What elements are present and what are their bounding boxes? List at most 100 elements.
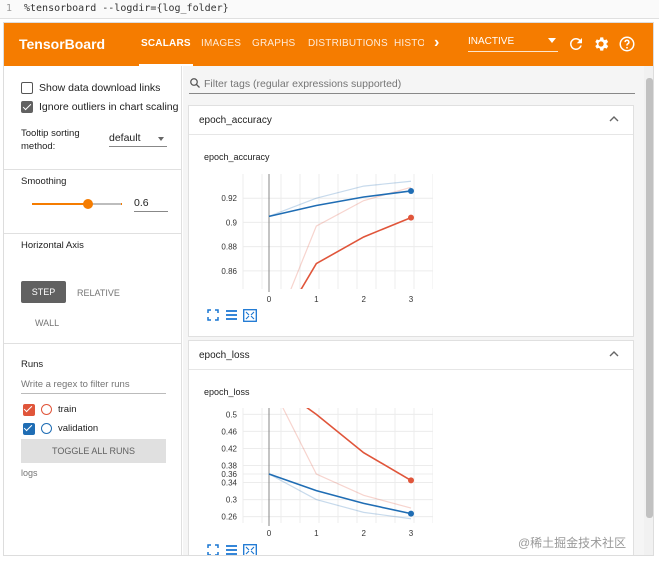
run-train-checkbox[interactable] (23, 404, 35, 416)
tab-distributions[interactable]: DISTRIBUTIONS (308, 38, 388, 49)
x-tick-label: 2 (361, 529, 366, 538)
settings-section: Show data download links Ignore outliers… (4, 66, 181, 170)
chevron-down-icon (158, 137, 164, 141)
chart-title: epoch_accuracy (204, 152, 270, 162)
series-point-train (408, 214, 414, 221)
checkbox-checked[interactable] (21, 101, 33, 113)
tooltip-sorting-label: Tooltip sorting method: (21, 128, 80, 152)
x-tick-label: 1 (314, 295, 319, 304)
code-line[interactable]: %tensorboard --logdir={log_folder} (24, 3, 229, 14)
accuracy-chart[interactable]: 0.86 0.88 0.9 0.92 0 1 2 3 (203, 170, 433, 310)
card-header[interactable]: epoch_accuracy (189, 106, 633, 135)
scrollbar[interactable] (644, 66, 653, 555)
ignore-outliers-toggle[interactable]: Ignore outliers in chart scaling (21, 101, 181, 115)
x-tick-label: 1 (314, 529, 319, 538)
main-panel: Filter tags (regular expressions support… (183, 66, 653, 556)
tooltip-sorting-select[interactable]: default (109, 132, 167, 147)
series-raw-line-train (290, 186, 412, 289)
axis-step-button[interactable]: STEP (21, 281, 66, 303)
refresh-icon[interactable] (567, 35, 585, 53)
card-header[interactable]: epoch_loss (189, 341, 633, 370)
y-tick-label: 0.38 (221, 462, 237, 471)
chevron-up-icon[interactable] (609, 350, 619, 358)
fullscreen-icon[interactable] (207, 544, 219, 556)
scrollbar-thumb[interactable] (646, 78, 653, 518)
toggle-all-runs-button[interactable]: TOGGLE ALL RUNS (21, 439, 166, 463)
ignore-outliers-label: Ignore outliers in chart scaling (39, 101, 179, 113)
series-point-validation (408, 187, 414, 194)
runs-label: Runs (21, 359, 44, 370)
y-tick-label: 0.9 (226, 218, 238, 227)
card-epoch-loss: epoch_loss epoch_loss 0.26 0.3 0.34 0.36 0.3… (188, 340, 634, 556)
run-validation-label: validation (58, 423, 99, 434)
y-tick-label: 0.42 (221, 444, 237, 453)
fit-domain-icon[interactable] (243, 309, 257, 322)
checkbox[interactable] (21, 82, 33, 94)
status-value: INACTIVE (468, 36, 515, 47)
series-line-validation (268, 190, 412, 218)
chevron-up-icon[interactable] (609, 115, 619, 123)
plot-area (268, 408, 414, 520)
line-number: 1 (6, 3, 13, 14)
axis-relative-button[interactable]: RELATIVE (77, 288, 120, 298)
x-tick-label: 3 (409, 295, 414, 304)
smoothing-input[interactable]: 0.6 (134, 197, 168, 212)
sidebar: Show data download links Ignore outliers… (4, 66, 182, 555)
series-line-train (300, 216, 412, 289)
series-raw-line-train (282, 408, 412, 509)
series-point-train (408, 477, 414, 484)
y-tick-label: 0.46 (221, 427, 237, 436)
runs-filter-input[interactable]: Write a regex to filter runs (21, 379, 166, 394)
logdir-label: logs (21, 468, 38, 478)
x-tick-label: 2 (361, 295, 366, 304)
filter-tags-placeholder: Filter tags (regular expressions support… (204, 78, 402, 90)
tooltip-sorting-value: default (109, 132, 141, 144)
notebook-cell[interactable]: 1 %tensorboard --logdir={log_folder} (0, 0, 659, 19)
card-title: epoch_accuracy (199, 115, 272, 126)
show-download-links-label: Show data download links (39, 82, 161, 94)
chevron-down-icon (548, 38, 556, 43)
card-title: epoch_loss (199, 350, 250, 361)
loss-chart[interactable]: 0.26 0.3 0.340.360.38 0.42 0.46 0.5 0 1 2 3 (203, 404, 433, 544)
tab-graphs[interactable]: GRAPHS (252, 38, 295, 49)
smoothing-slider-knob[interactable] (83, 199, 93, 209)
list-icon[interactable] (225, 309, 238, 321)
help-icon[interactable] (618, 35, 636, 53)
brand-title: TensorBoard (19, 36, 106, 52)
list-icon[interactable] (225, 544, 238, 556)
tensorboard-frame: TensorBoard SCALARS IMAGES GRAPHS DISTRI… (3, 22, 654, 556)
chevron-right-icon[interactable]: › (434, 34, 439, 52)
fit-domain-icon[interactable] (243, 544, 257, 556)
y-tick-label: 0.86 (221, 267, 237, 276)
tab-scalars[interactable]: SCALARS (139, 38, 193, 66)
run-train-color-icon[interactable] (41, 404, 52, 415)
gear-icon[interactable] (592, 35, 610, 53)
y-tick-label: 0.34 (221, 479, 237, 488)
run-validation-color-icon[interactable] (41, 423, 52, 434)
y-tick-label: 0.3 (226, 496, 238, 505)
filter-tags-input[interactable]: Filter tags (regular expressions support… (189, 74, 635, 94)
x-tick-label: 0 (267, 529, 272, 538)
status-select[interactable]: INACTIVE (468, 36, 558, 52)
y-tick-label: 0.5 (226, 410, 238, 419)
tab-images[interactable]: IMAGES (201, 38, 241, 49)
search-icon (190, 78, 200, 88)
smoothing-value: 0.6 (134, 197, 149, 209)
series-line-train (306, 408, 412, 482)
x-tick-label: 3 (409, 529, 414, 538)
card-epoch-accuracy: epoch_accuracy epoch_accuracy 0.86 0.88 0.… (188, 105, 634, 337)
horizontal-axis-label: Horizontal Axis (21, 240, 84, 251)
toolbar: TensorBoard SCALARS IMAGES GRAPHS DISTRI… (4, 23, 653, 66)
run-train-label: train (58, 404, 77, 415)
fullscreen-icon[interactable] (207, 309, 219, 321)
y-tick-label: 0.88 (221, 243, 237, 252)
axis-wall-button[interactable]: WALL (35, 318, 59, 328)
smoothing-label: Smoothing (21, 176, 67, 187)
tab-histograms[interactable]: HISTOG (394, 38, 424, 49)
series-line-validation (268, 473, 412, 515)
run-validation-checkbox[interactable] (23, 423, 35, 435)
chart-title: epoch_loss (204, 387, 250, 397)
watermark: @稀土掘金技术社区 (518, 536, 627, 550)
runs-filter-placeholder: Write a regex to filter runs (21, 379, 130, 390)
y-tick-label: 0.36 (221, 470, 237, 479)
